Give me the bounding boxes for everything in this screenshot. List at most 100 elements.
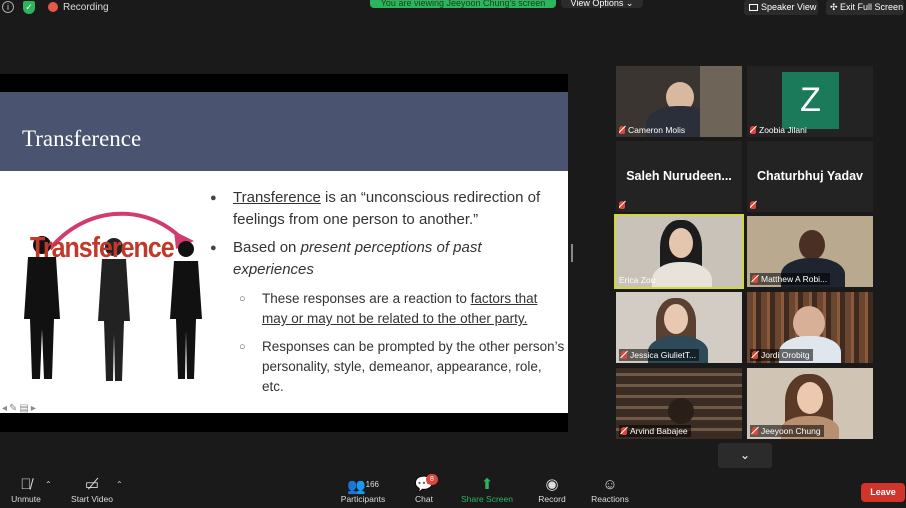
participant-name: Matthew A Robi... bbox=[750, 273, 831, 285]
next-slide-icon[interactable]: ▸ bbox=[31, 403, 38, 414]
participant-name-text: Zoobia Jilani bbox=[759, 125, 807, 135]
video-off-icon: ▭̸ bbox=[84, 476, 100, 493]
speaker-view-icon bbox=[749, 4, 758, 11]
prev-slide-icon[interactable]: ◂ bbox=[2, 403, 9, 414]
participant-name-large: Chaturbhuj Yadav bbox=[756, 169, 864, 183]
leave-meeting-button[interactable]: Leave bbox=[861, 483, 905, 502]
chevron-down-icon: ⌄ bbox=[625, 0, 634, 8]
speaker-view-label: Speaker View bbox=[761, 2, 817, 12]
participant-name-text: Matthew A Robi... bbox=[761, 274, 828, 284]
unmute-button[interactable]: 🎙̸ Unmute bbox=[6, 476, 46, 504]
meeting-info-icon[interactable]: i bbox=[2, 1, 14, 13]
muted-mic-icon bbox=[621, 351, 627, 359]
viewing-screen-banner: You are viewing Jeeyoon Chung's screen bbox=[370, 0, 556, 8]
slide-art-word: Transference bbox=[30, 231, 175, 265]
video-tile-matthew-a-robi[interactable]: Matthew A Robi... bbox=[747, 216, 873, 287]
unmute-label: Unmute bbox=[11, 494, 41, 504]
video-tile-zoobia-jilani[interactable]: Z Zoobia Jilani bbox=[747, 66, 873, 137]
participant-video bbox=[664, 304, 688, 334]
view-options-label: View Options bbox=[570, 0, 624, 8]
pen-icon[interactable]: ✎ bbox=[9, 403, 19, 414]
video-tile-arvind-babajee[interactable]: Arvind Babajee bbox=[616, 368, 742, 439]
participant-name-large: Saleh Nurudeen... bbox=[626, 169, 732, 183]
muted-mic-icon bbox=[750, 126, 756, 134]
video-tile-saleh-nurudeen[interactable]: Saleh Nurudeen... bbox=[616, 141, 742, 212]
participant-face bbox=[669, 228, 693, 258]
slide-title: Transference bbox=[22, 126, 142, 151]
participant-video bbox=[797, 382, 823, 414]
video-tile-jessica-giuliet[interactable]: Jessica GiulietT... bbox=[616, 292, 742, 363]
participant-name: Cameron Molis bbox=[619, 125, 685, 135]
security-shield-icon[interactable]: ✓ bbox=[23, 1, 35, 14]
participants-count: 166 bbox=[365, 480, 380, 489]
start-video-button[interactable]: ▭̸ Start Video bbox=[66, 476, 118, 504]
muted-mic-icon bbox=[752, 275, 758, 283]
audio-options-caret-icon[interactable]: ⌃ bbox=[45, 480, 52, 489]
reactions-smiley-icon: ☺ bbox=[602, 476, 618, 493]
chat-unread-badge: 8 bbox=[426, 474, 438, 485]
gallery-resize-handle[interactable] bbox=[571, 244, 573, 262]
video-tile-chaturbhuj-yadav[interactable]: Chaturbhuj Yadav bbox=[747, 141, 873, 212]
slide-subbullet-2: Responses can be prompted by the other p… bbox=[210, 337, 566, 397]
participants-button[interactable]: 👥166 Participants bbox=[336, 476, 390, 504]
participant-name-text: Jeeyoon Chung bbox=[761, 426, 821, 436]
reactions-button[interactable]: ☺ Reactions bbox=[586, 476, 634, 504]
record-icon: ◉ bbox=[545, 476, 559, 493]
participant-video bbox=[668, 398, 694, 424]
participant-name-text: Arvind Babajee bbox=[630, 426, 688, 436]
record-button[interactable]: ◉ Record bbox=[534, 476, 570, 504]
meeting-toolbar: 🎙̸ Unmute ⌃ ▭̸ Start Video ⌃ 👥166 Partic… bbox=[0, 472, 906, 508]
video-tile-jordi-orobitg[interactable]: Jordi Orobitg bbox=[747, 292, 873, 363]
participant-name: Jordi Orobitg bbox=[750, 349, 813, 361]
participant-name bbox=[750, 200, 759, 210]
video-tile-cameron-molis[interactable]: Cameron Molis bbox=[616, 66, 742, 137]
slide-bullet-1: Transference is an “unconscious redirect… bbox=[210, 187, 566, 231]
muted-mic-icon bbox=[752, 427, 758, 435]
participant-name: Erica Zou bbox=[619, 275, 655, 285]
slides-menu-icon[interactable]: ▤ bbox=[19, 403, 30, 414]
participant-name: Arvind Babajee bbox=[619, 425, 691, 437]
presentation-slide: Transference Transference Transference i… bbox=[0, 92, 568, 414]
muted-mic-icon bbox=[750, 201, 756, 209]
bullet2-prefix: Based on bbox=[233, 239, 301, 256]
share-screen-label: Share Screen bbox=[461, 494, 513, 504]
video-options-caret-icon[interactable]: ⌃ bbox=[116, 480, 123, 489]
video-tile-erica-zou-active-speaker[interactable]: Erica Zou bbox=[614, 214, 744, 289]
avatar: Z bbox=[782, 72, 839, 129]
record-label: Record bbox=[538, 494, 566, 504]
muted-mic-icon bbox=[752, 351, 758, 359]
slide-header: Transference bbox=[0, 92, 568, 171]
chevron-down-icon: ⌄ bbox=[739, 448, 751, 462]
bullet1-term: Transference bbox=[233, 189, 321, 206]
gallery-next-page-button[interactable]: ⌄ bbox=[718, 443, 772, 468]
muted-microphone-icon: 🎙̸ bbox=[20, 476, 32, 493]
participant-name: Jeeyoon Chung bbox=[750, 425, 824, 437]
share-screen-icon: ⬆ bbox=[480, 476, 494, 493]
participant-name: Jessica GiulietT... bbox=[619, 349, 700, 361]
top-bar: i ✓ Recording You are viewing Jeeyoon Ch… bbox=[0, 0, 906, 16]
exit-full-screen-icon: ✣ bbox=[830, 2, 841, 12]
participant-video bbox=[799, 230, 825, 260]
exit-full-screen-button[interactable]: ✣ Exit Full Screen bbox=[826, 0, 904, 15]
slide-nav-controls[interactable]: ◂✎▤▸ bbox=[2, 403, 38, 414]
muted-mic-icon bbox=[619, 201, 625, 209]
participants-icon: 👥166 bbox=[346, 478, 380, 495]
muted-mic-icon bbox=[621, 427, 627, 435]
recording-label: Recording bbox=[63, 2, 109, 13]
slide-bullet-2: Based on present perceptions of past exp… bbox=[210, 237, 566, 281]
video-tile-jeeyoon-chung[interactable]: Jeeyoon Chung bbox=[747, 368, 873, 439]
participant-name bbox=[619, 200, 628, 210]
participant-name-text: Jessica GiulietT... bbox=[630, 350, 697, 360]
view-options-button[interactable]: View Options ⌄ bbox=[561, 0, 643, 8]
muted-mic-icon bbox=[619, 126, 625, 134]
slide-subbullet-1: These responses are a reaction to factor… bbox=[210, 289, 566, 329]
exit-full-screen-label: Exit Full Screen bbox=[840, 2, 904, 12]
participant-name-text: Cameron Molis bbox=[628, 125, 686, 135]
participant-name-text: Erica Zou bbox=[619, 275, 656, 285]
speaker-view-button[interactable]: Speaker View bbox=[744, 0, 818, 15]
recording-icon bbox=[48, 2, 58, 12]
share-screen-button[interactable]: ⬆ Share Screen bbox=[458, 476, 516, 504]
start-video-label: Start Video bbox=[71, 494, 113, 504]
chat-label: Chat bbox=[415, 494, 433, 504]
participant-name-text: Jordi Orobitg bbox=[761, 350, 810, 360]
